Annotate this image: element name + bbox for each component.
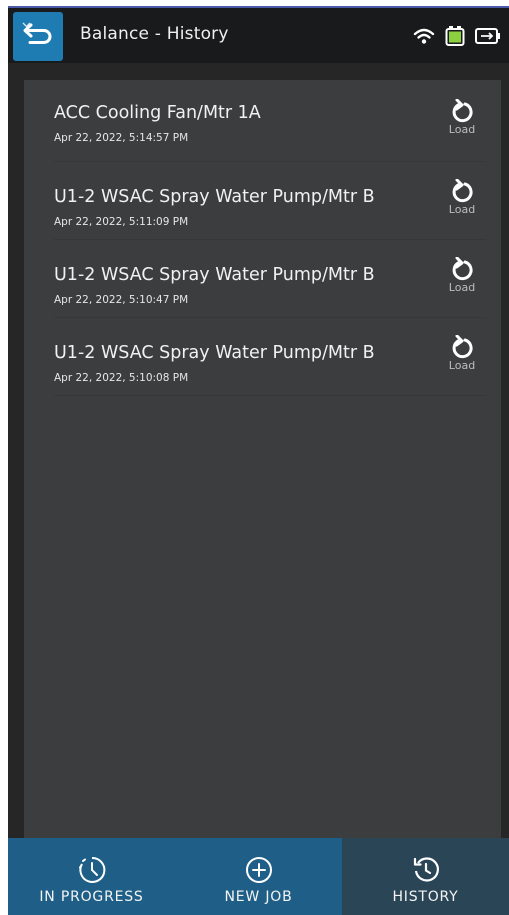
load-button[interactable]: Load [442, 256, 482, 301]
clock-progress-icon [78, 856, 105, 883]
item-date: Apr 22, 2022, 5:10:47 PM [54, 294, 189, 306]
item-name: U1-2 WSAC Spray Water Pump/Mtr B [54, 265, 375, 285]
app-header: Balance - History [8, 8, 509, 63]
nav-history-label: HISTORY [392, 889, 459, 905]
load-label: Load [448, 202, 476, 216]
reload-icon [452, 178, 473, 202]
item-name: U1-2 WSAC Spray Water Pump/Mtr B [54, 343, 375, 363]
item-date: Apr 22, 2022, 5:11:09 PM [54, 216, 189, 228]
chevron-down-icon [22, 22, 31, 28]
battery-icon [445, 26, 465, 46]
add-circle-icon [245, 857, 272, 883]
list-item[interactable]: U1-2 WSAC Spray Water Pump/Mtr B Apr 22,… [54, 240, 486, 318]
load-button[interactable]: Load [442, 178, 482, 223]
reload-icon [452, 256, 473, 280]
list-item[interactable]: U1-2 WSAC Spray Water Pump/Mtr B Apr 22,… [54, 318, 486, 396]
item-date: Apr 22, 2022, 5:14:57 PM [54, 132, 189, 144]
item-name: ACC Cooling Fan/Mtr 1A [54, 103, 261, 123]
nav-history[interactable]: HISTORY [342, 838, 509, 915]
reload-icon [452, 334, 473, 358]
list-item[interactable]: ACC Cooling Fan/Mtr 1A Apr 22, 2022, 5:1… [54, 80, 486, 162]
bottom-navigation: IN PROGRESS NEW JOB HISTORY [8, 838, 509, 915]
list-item[interactable]: U1-2 WSAC Spray Water Pump/Mtr B Apr 22,… [54, 162, 486, 240]
charging-battery-icon [475, 28, 500, 44]
load-button[interactable]: Load [442, 334, 482, 379]
history-panel: ACC Cooling Fan/Mtr 1A Apr 22, 2022, 5:1… [24, 80, 501, 838]
item-date: Apr 22, 2022, 5:10:08 PM [54, 372, 189, 384]
load-label: Load [448, 122, 476, 136]
history-list: ACC Cooling Fan/Mtr 1A Apr 22, 2022, 5:1… [54, 80, 486, 396]
load-label: Load [448, 358, 476, 372]
reload-icon [452, 98, 473, 122]
nav-in-progress[interactable]: IN PROGRESS [8, 838, 175, 915]
history-icon [413, 857, 439, 882]
load-button[interactable]: Load [442, 98, 482, 143]
nav-new-job[interactable]: NEW JOB [175, 838, 342, 915]
nav-new-job-label: NEW JOB [224, 889, 293, 905]
wifi-icon [413, 28, 435, 44]
page-title: Balance - History [80, 24, 229, 44]
item-name: U1-2 WSAC Spray Water Pump/Mtr B [54, 187, 375, 207]
load-label: Load [448, 280, 476, 294]
status-bar-icons [413, 25, 501, 47]
nav-in-progress-label: IN PROGRESS [39, 889, 144, 905]
back-button[interactable] [13, 12, 63, 61]
app-screen: Balance - History ACC Cooling Fan/Mtr 1A… [8, 6, 509, 915]
